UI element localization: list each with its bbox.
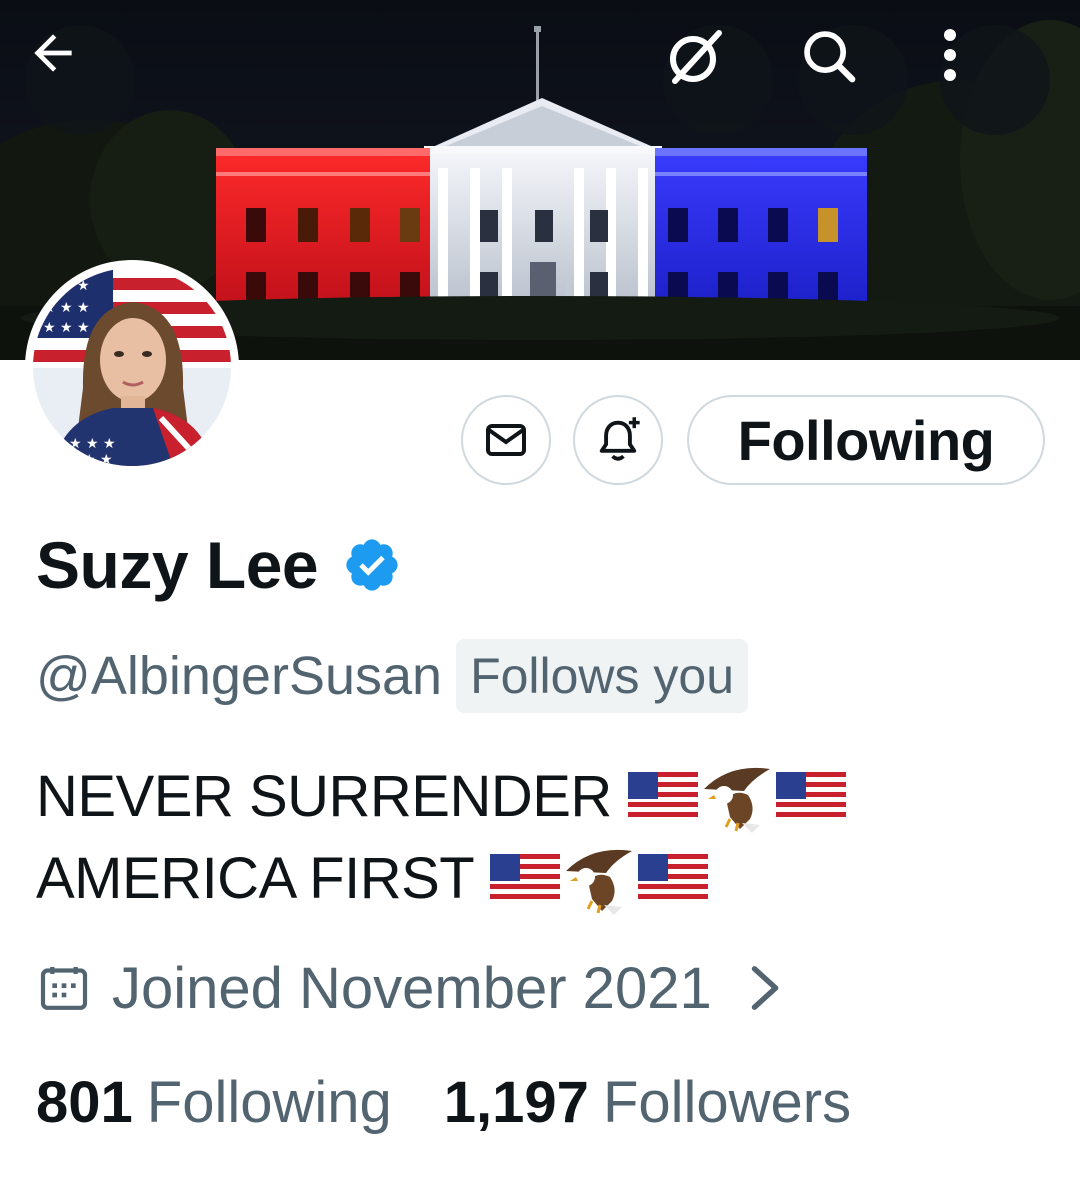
svg-text:★ ★ ★: ★ ★ ★ <box>43 300 90 316</box>
envelope-icon <box>486 424 526 456</box>
grok-button[interactable] <box>663 25 773 135</box>
search-icon <box>804 31 856 83</box>
search-button[interactable] <box>798 25 908 135</box>
avatar-image: ★ ★ ★ ★ ★ ★ ★ ★ ★ ★ ★ ★ ★ ★ <box>33 268 231 466</box>
following-button[interactable]: Following <box>687 395 1045 485</box>
following-stat[interactable]: 801 Following <box>36 1069 392 1136</box>
followers-stat[interactable]: 1,197 Followers <box>444 1069 851 1136</box>
eagle-icon <box>566 849 633 915</box>
bell-plus-icon <box>599 417 640 461</box>
verified-badge-icon[interactable] <box>342 535 402 595</box>
us-flag-icon <box>490 854 561 904</box>
us-flag-icon <box>627 772 698 822</box>
back-button[interactable] <box>25 25 135 135</box>
bio-text: AMERICA FIRST <box>36 846 475 911</box>
user-handle: @AlbingerSusan <box>36 646 443 706</box>
joined-date-row[interactable]: Joined November 2021 <box>36 952 786 1024</box>
handle-row: @AlbingerSusan Follows you <box>36 638 749 714</box>
followers-count: 1,197 <box>443 1069 589 1135</box>
us-flag-icon <box>775 772 846 822</box>
svg-text:★ ★ ★: ★ ★ ★ <box>43 320 90 336</box>
notify-button[interactable] <box>573 395 663 485</box>
message-button[interactable] <box>461 395 551 485</box>
following-count: 801 <box>36 1069 133 1135</box>
calendar-icon <box>40 967 88 1010</box>
following-label: Following <box>146 1069 392 1135</box>
eagle-icon <box>703 767 770 833</box>
stats-row: 801 Following 1,197 Followers <box>36 1064 851 1140</box>
bio-emoji <box>490 841 712 917</box>
svg-text:★ ★: ★ ★ <box>83 452 113 466</box>
us-flag-icon <box>638 854 709 904</box>
more-button[interactable] <box>940 25 1050 135</box>
follows-you-badge: Follows you <box>456 639 749 713</box>
chevron-right-icon <box>751 966 779 1010</box>
grok-icon <box>670 30 722 84</box>
bio-emoji <box>627 759 850 835</box>
bio: NEVER SURRENDER AMERICA FIRST <box>36 756 1036 920</box>
bio-line: AMERICA FIRST <box>36 838 1036 920</box>
name-row: Suzy Lee <box>36 527 402 603</box>
display-name: Suzy Lee <box>36 528 319 602</box>
more-vertical-icon <box>944 29 956 81</box>
svg-text:★ ★ ★: ★ ★ ★ <box>69 436 116 452</box>
bio-text: NEVER SURRENDER <box>36 764 612 829</box>
followers-label: Followers <box>602 1069 852 1135</box>
bio-line: NEVER SURRENDER <box>36 756 1036 838</box>
arrow-left-icon <box>34 34 72 72</box>
joined-date: Joined November 2021 <box>112 955 712 1021</box>
avatar[interactable]: ★ ★ ★ ★ ★ ★ ★ ★ ★ ★ ★ ★ ★ ★ <box>25 260 239 474</box>
profile-page: ★ ★ ★ ★ ★ ★ ★ ★ ★ ★ ★ ★ ★ ★ Following Su… <box>0 0 1080 1198</box>
